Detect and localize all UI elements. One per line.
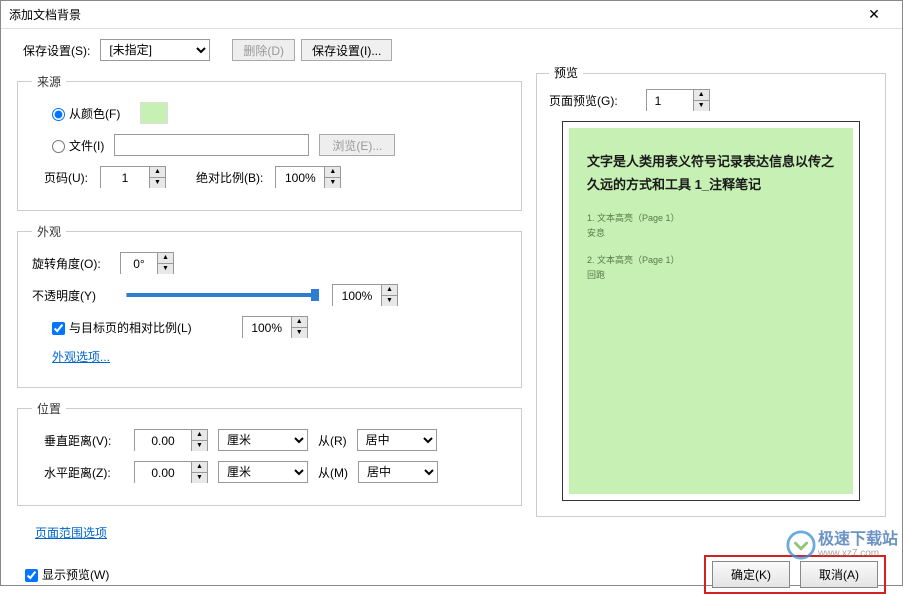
cancel-button[interactable]: 取消(A) [800,561,878,588]
abs-scale-input[interactable]: ▲▼ [275,166,341,188]
dialog-title: 添加文档背景 [9,6,81,23]
page-number-input[interactable]: ▲▼ [100,166,166,188]
page-number-label: 页码(U): [44,169,88,186]
opacity-label: 不透明度(Y) [32,287,110,304]
preview-legend: 预览 [549,64,583,81]
hdist-input[interactable]: ▲▼ [134,461,208,483]
preview-item-1: 1. 文本高亮（Page 1） [587,211,835,224]
preview-page: 文字是人类用表义符号记录表达信息以传之久远的方式和工具 1_注释笔记 1. 文本… [562,121,860,501]
file-path-input[interactable] [114,134,309,156]
color-swatch[interactable] [140,102,168,124]
vdist-unit-select[interactable]: 厘米 [218,429,308,451]
chevron-up-icon: ▲ [150,167,165,178]
rotate-input[interactable]: ▲▼ [120,252,174,274]
show-preview-checkbox[interactable]: 显示预览(W) [25,566,109,583]
relative-scale-input[interactable]: ▲▼ [242,316,308,338]
page-range-options-link[interactable]: 页面范围选项 [35,526,107,540]
ok-button[interactable]: 确定(K) [712,561,790,588]
opacity-value-input[interactable]: ▲▼ [332,284,398,306]
appearance-options-link[interactable]: 外观选项... [52,348,110,365]
hdist-from-select[interactable]: 居中 [358,461,438,483]
vdist-label: 垂直距离(V): [44,432,124,449]
preview-item-1-sub: 安息 [587,226,835,239]
appearance-legend: 外观 [32,223,66,240]
vdist-from-select[interactable]: 居中 [357,429,437,451]
save-settings-button[interactable]: 保存设置(I)... [301,39,392,61]
save-settings-select[interactable]: [未指定] [100,39,210,61]
from-color-radio[interactable]: 从颜色(F) [52,105,120,122]
source-legend: 来源 [32,73,66,90]
position-fieldset: 位置 垂直距离(V): ▲▼ 厘米 从(R) 居中 水平距离(Z): ▲▼ [17,400,522,506]
page-preview-input[interactable]: ▲▼ [646,89,710,111]
preview-doc-title: 文字是人类用表义符号记录表达信息以传之久远的方式和工具 1_注释笔记 [587,150,835,197]
hdist-from-label: 从(M) [318,464,348,481]
vdist-from-label: 从(R) [318,432,347,449]
chevron-down-icon: ▼ [150,178,165,188]
position-legend: 位置 [32,400,66,417]
opacity-slider[interactable] [126,293,316,297]
file-radio[interactable]: 文件(I) [52,137,104,154]
relative-scale-checkbox[interactable]: 与目标页的相对比例(L) [52,319,192,336]
vdist-input[interactable]: ▲▼ [134,429,208,451]
highlight-box: 确定(K) 取消(A) [704,555,886,594]
appearance-fieldset: 外观 旋转角度(O): ▲▼ 不透明度(Y) ▲▼ [17,223,522,388]
rotate-label: 旋转角度(O): [32,255,110,272]
hdist-label: 水平距离(Z): [44,464,124,481]
abs-scale-label: 绝对比例(B): [196,169,263,186]
page-preview-label: 页面预览(G): [549,92,618,109]
save-settings-label: 保存设置(S): [23,42,90,59]
close-icon[interactable]: ✕ [854,5,894,25]
source-fieldset: 来源 从颜色(F) 文件(I) 浏览(E)... 页码(U): ▲▼ [17,73,522,211]
hdist-unit-select[interactable]: 厘米 [218,461,308,483]
delete-button: 删除(D) [232,39,295,61]
preview-item-2-sub: 回跑 [587,268,835,281]
preview-item-2: 2. 文本高亮（Page 1） [587,253,835,266]
browse-button: 浏览(E)... [319,134,395,156]
